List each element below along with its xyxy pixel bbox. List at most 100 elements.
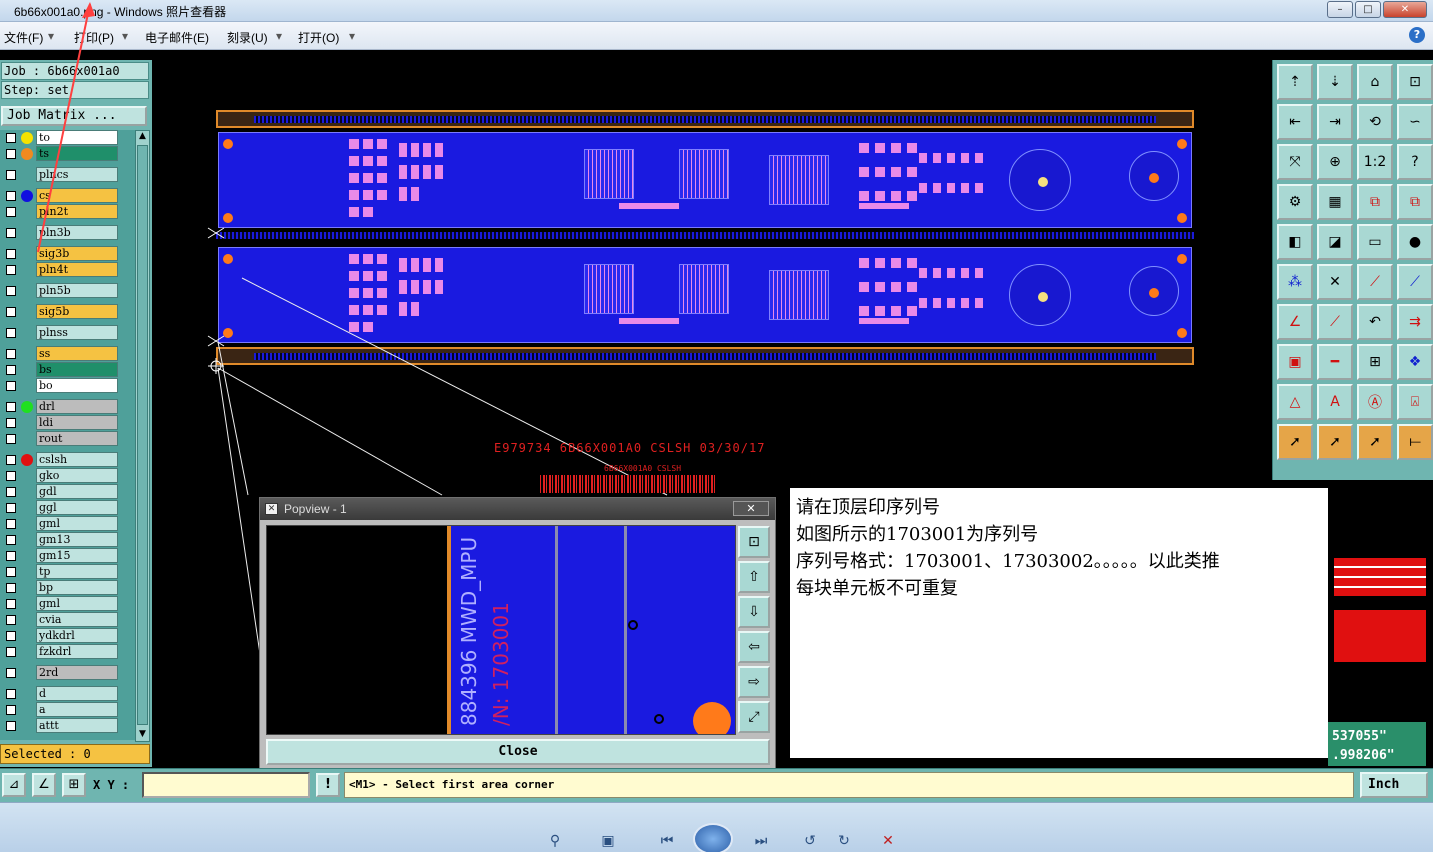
layer-color-icon[interactable] [21, 190, 33, 202]
scale-icon[interactable]: 1:2 [1357, 144, 1393, 180]
layer-row[interactable]: bo [0, 378, 135, 394]
layer-name[interactable]: ss [36, 346, 118, 361]
scroll-thumb[interactable] [137, 145, 148, 725]
chevron-down-icon[interactable]: ▾ [48, 29, 54, 43]
layer-row[interactable]: bs [0, 362, 135, 378]
layer-list-scrollbar[interactable]: ▲ ▼ [135, 130, 150, 742]
layer-row[interactable]: drl [0, 399, 135, 415]
center-icon[interactable]: ⊕ [1317, 144, 1353, 180]
popview-pan-up-icon[interactable]: ⇧ [738, 561, 770, 593]
layer-name[interactable]: drl [36, 399, 118, 414]
layer-name[interactable]: attt [36, 718, 118, 733]
array-icon[interactable]: ❖ [1397, 344, 1433, 380]
layer-checkbox[interactable] [6, 599, 16, 609]
layer-row[interactable]: tp [0, 564, 135, 580]
move-left-icon[interactable]: ⇤ [1277, 104, 1313, 140]
text-a-icon[interactable]: A [1317, 384, 1353, 420]
cross-icon[interactable]: ✕ [1317, 264, 1353, 300]
zoom-icon[interactable]: ⚲ [540, 833, 570, 852]
layer-row[interactable]: ydkdrl [0, 628, 135, 644]
select-lasso-icon[interactable]: ➚ [1357, 424, 1393, 460]
layer-name[interactable]: gko [36, 468, 118, 483]
home-icon[interactable]: ⌂ [1357, 64, 1393, 100]
actual-size-icon[interactable]: ▣ [598, 833, 618, 852]
layer-name[interactable]: cvia [36, 612, 118, 627]
layer-name[interactable]: gml [36, 516, 118, 531]
layer-name[interactable]: ldi [36, 415, 118, 430]
layer-row[interactable]: attt [0, 718, 135, 734]
layer-row[interactable]: gdl [0, 484, 135, 500]
layer-name[interactable]: rout [36, 431, 118, 446]
measure-tool-icon[interactable]: ◪ [1317, 224, 1353, 260]
layer-checkbox[interactable] [6, 170, 16, 180]
layer-row[interactable]: cslsh [0, 452, 135, 468]
layer-checkbox[interactable] [6, 434, 16, 444]
popview-viewport[interactable]: 884396 MWD_MPU /N: 1703001 [266, 525, 736, 735]
menu-open[interactable]: 打开(O) [298, 29, 339, 46]
layer-row[interactable]: gml [0, 516, 135, 532]
layer-color-icon[interactable] [21, 454, 33, 466]
layer-checkbox[interactable] [6, 286, 16, 296]
menu-file[interactable]: 文件(F) [4, 29, 43, 46]
layer-checkbox[interactable] [6, 349, 16, 359]
layer-checkbox[interactable] [6, 418, 16, 428]
layer-name[interactable]: cslsh [36, 452, 118, 467]
layer-name[interactable]: gm13 [36, 532, 118, 547]
layer-row[interactable]: ggl [0, 500, 135, 516]
layer-row[interactable]: ts [0, 146, 135, 162]
layer-row[interactable]: pln2t [0, 204, 135, 220]
layer-name[interactable]: to [36, 130, 118, 145]
layer-checkbox[interactable] [6, 228, 16, 238]
xy-input[interactable] [142, 772, 310, 798]
layer-name[interactable]: sig3b [36, 246, 118, 261]
connect-icon[interactable]: ⟝ [1397, 424, 1433, 460]
popview-close-button[interactable]: Close [266, 739, 770, 765]
layer-checkbox[interactable] [6, 487, 16, 497]
layer-row[interactable]: plncs [0, 167, 135, 183]
layer-checkbox[interactable] [6, 402, 16, 412]
square-icon[interactable]: ▣ [1277, 344, 1313, 380]
layer-name[interactable]: ydkdrl [36, 628, 118, 643]
layer-checkbox[interactable] [6, 551, 16, 561]
layer-checkbox[interactable] [6, 249, 16, 259]
help-icon[interactable]: ? [1409, 27, 1425, 43]
close-window-button[interactable]: ✕ [1383, 1, 1427, 18]
layer-checkbox[interactable] [6, 471, 16, 481]
line-icon[interactable]: ⟋ [1357, 264, 1393, 300]
layer-row[interactable]: cs [0, 188, 135, 204]
menu-email[interactable]: 电子邮件(E) [145, 29, 209, 46]
layer-color-icon[interactable] [21, 401, 33, 413]
snap-icon[interactable]: ⊿ [2, 773, 26, 797]
popview-fit-icon[interactable]: ⤢ [738, 701, 770, 733]
layer-checkbox[interactable] [6, 191, 16, 201]
layer-row[interactable]: ss [0, 346, 135, 362]
ruler-icon[interactable]: ▭ [1357, 224, 1393, 260]
rotate-left-icon[interactable]: ↺ [800, 833, 820, 852]
menu-print[interactable]: 打印(P) [74, 29, 114, 46]
popview-pan-right-icon[interactable]: ⇨ [738, 666, 770, 698]
popview-pan-left-icon[interactable]: ⇦ [738, 631, 770, 663]
layer-checkbox[interactable] [6, 149, 16, 159]
parallel-icon[interactable]: ⇉ [1397, 304, 1433, 340]
line-tool-icon[interactable]: ⟋ [1317, 304, 1353, 340]
layer-checkbox[interactable] [6, 705, 16, 715]
layer-row[interactable]: gml [0, 596, 135, 612]
layer-checkbox[interactable] [6, 647, 16, 657]
popview-pan-down-icon[interactable]: ⇩ [738, 596, 770, 628]
layer-row[interactable]: gm15 [0, 548, 135, 564]
layer-name[interactable]: d [36, 686, 118, 701]
layer-checkbox[interactable] [6, 328, 16, 338]
settings-icon[interactable]: ⚙ [1277, 184, 1313, 220]
select-icon[interactable]: ➚ [1277, 424, 1313, 460]
horizontal-line-icon[interactable]: ━ [1317, 344, 1353, 380]
pad-icon[interactable]: ● [1397, 224, 1433, 260]
layer-name[interactable]: fzkdrl [36, 644, 118, 659]
layer-row[interactable]: ldi [0, 415, 135, 431]
layer-row[interactable]: d [0, 686, 135, 702]
rotate-right-icon[interactable]: ↻ [834, 833, 854, 852]
chevron-down-icon[interactable]: ▾ [122, 29, 128, 43]
maximize-button[interactable]: □ [1355, 1, 1381, 18]
move-right-icon[interactable]: ⇥ [1317, 104, 1353, 140]
layer-name[interactable]: bs [36, 362, 118, 377]
info-icon[interactable]: ! [316, 773, 340, 797]
